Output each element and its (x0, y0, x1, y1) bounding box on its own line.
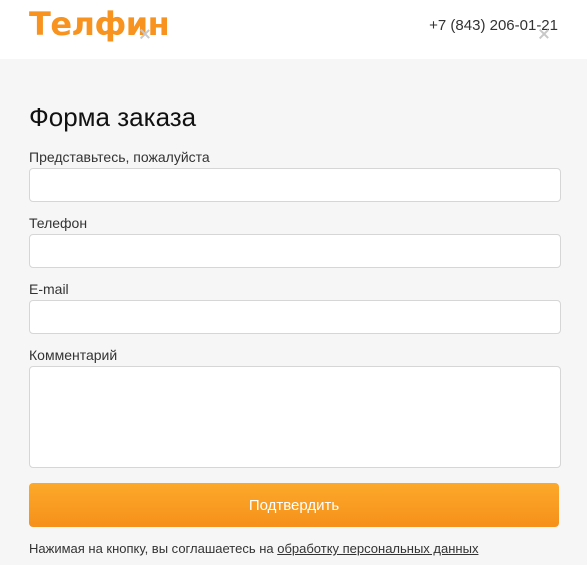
close-icon[interactable] (139, 28, 151, 40)
comment-label: Комментарий (29, 347, 118, 363)
submit-button[interactable]: Подтвердить (29, 483, 559, 527)
phone-input[interactable] (29, 234, 561, 268)
name-label: Представьтесь, пожалуйста (29, 149, 210, 165)
name-input[interactable] (29, 168, 561, 202)
email-input[interactable] (29, 300, 561, 334)
personal-data-link[interactable]: обработку персональных данных (277, 541, 478, 556)
email-label: E-mail (29, 281, 69, 297)
agreement-note: Нажимая на кнопку, вы соглашаетесь на об… (29, 540, 478, 558)
form-title: Форма заказа (29, 102, 197, 132)
close-icon[interactable] (538, 28, 550, 40)
site-header: Телфин +7 (843) 206-01-21 (0, 0, 587, 59)
phone-label: Телефон (29, 215, 88, 231)
comment-textarea[interactable] (29, 366, 561, 468)
agreement-text: Нажимая на кнопку, вы соглашаетесь на (29, 541, 278, 556)
